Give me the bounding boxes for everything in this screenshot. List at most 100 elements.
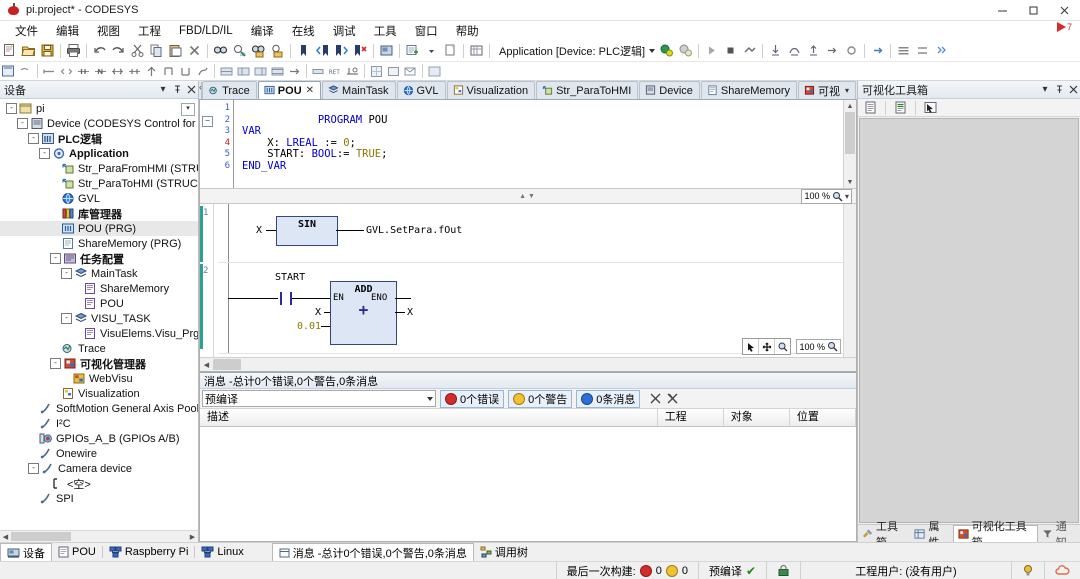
login-icon[interactable]	[657, 41, 676, 60]
bottom-tab-devices[interactable]: 设备	[0, 543, 52, 561]
clear-bookmark-icon[interactable]	[351, 41, 370, 60]
lock-status[interactable]	[766, 562, 800, 579]
menu-window[interactable]: 窗口	[406, 21, 447, 41]
column-header-project[interactable]: 工程	[658, 409, 724, 426]
insert-ret-icon[interactable]: RET	[327, 63, 344, 79]
insert-coil-icon[interactable]	[109, 63, 126, 79]
next-bookmark-icon[interactable]	[332, 41, 351, 60]
run-to-cursor-icon[interactable]	[823, 41, 842, 60]
menu-debug[interactable]: 调试	[324, 21, 365, 41]
copy-icon[interactable]	[147, 41, 166, 60]
tree-item-sharememory[interactable]: ShareMemory	[0, 281, 198, 296]
tree-item-sharememory-prg[interactable]: ShareMemory (PRG)	[0, 236, 198, 251]
menu-build[interactable]: 编译	[242, 21, 283, 41]
insert-branch-icon[interactable]	[143, 63, 160, 79]
tree-item-gvl[interactable]: GVL	[0, 191, 198, 206]
pointer-icon[interactable]	[743, 339, 760, 354]
close-icon[interactable]	[1066, 83, 1080, 97]
fbd-block-sin[interactable]: SIN	[276, 216, 338, 246]
device-tree-hscrollbar[interactable]: ◀ ▶	[0, 530, 198, 542]
insert-network-icon[interactable]	[0, 63, 17, 79]
tree-item-softmotion-general-axis-pool[interactable]: SoftMotion General Axis Pool	[0, 401, 198, 416]
application-selector[interactable]: Application [Device: PLC逻辑]	[497, 43, 657, 59]
list-icon[interactable]	[861, 98, 880, 117]
declaration-vscrollbar[interactable]: ▲ ▼	[843, 100, 856, 188]
editor-tab-sharememory[interactable]: ShareMemory	[700, 81, 797, 99]
tree-item-[interactable]: - 任务配置	[0, 251, 198, 266]
fold-toggle-icon[interactable]: −	[202, 116, 213, 127]
warning-count-chip[interactable]: 0个警告	[508, 389, 573, 408]
insert-contact-icon[interactable]	[75, 63, 92, 79]
menu-view[interactable]: 视图	[88, 21, 129, 41]
step-out-icon[interactable]	[804, 41, 823, 60]
tree-item-visualization[interactable]: Visualization	[0, 386, 198, 401]
tree-expander-icon[interactable]: -	[28, 133, 39, 144]
insert-coil-neg-icon[interactable]	[126, 63, 143, 79]
menu-help[interactable]: 帮助	[447, 21, 488, 41]
scroll-thumb[interactable]	[845, 112, 855, 154]
align-4-icon[interactable]	[269, 63, 286, 79]
declaration-zoom-control[interactable]: 100 % ▾	[801, 188, 852, 204]
fbd-output-label[interactable]: GVL.SetPara.fOut	[366, 225, 462, 236]
redo-icon[interactable]	[109, 41, 128, 60]
negate-icon[interactable]	[344, 63, 361, 79]
tree-expander-icon[interactable]: -	[28, 463, 39, 474]
tab-notifications[interactable]: 通知	[1038, 521, 1080, 549]
tree-item-visu-task[interactable]: - VISU_TASK	[0, 311, 198, 326]
fbd-tool-group[interactable]	[742, 338, 792, 355]
tree-expander-icon[interactable]: -	[39, 148, 50, 159]
flow-icon[interactable]	[868, 41, 887, 60]
fbd-input-label[interactable]: X	[315, 307, 321, 318]
zoom-fit-icon[interactable]	[385, 63, 402, 79]
tree-item-device-codesys-control-for-raspberry-pi-sl[interactable]: - Device (CODESYS Control for Raspberry P…	[0, 116, 198, 131]
tools-extra-icon[interactable]	[426, 63, 443, 79]
editor-tab-maintask[interactable]: MainTask	[322, 81, 396, 99]
add-folder-icon[interactable]	[441, 41, 460, 60]
pointer-arrow-icon[interactable]	[921, 98, 940, 117]
tree-item-maintask[interactable]: - MainTask	[0, 266, 198, 281]
pin-icon[interactable]	[170, 83, 184, 97]
tree-item-onewire[interactable]: Onewire	[0, 446, 198, 461]
bottom-tab-pou[interactable]: POU	[52, 544, 102, 561]
column-header-object[interactable]: 对象	[724, 409, 790, 426]
tab-close-icon[interactable]: ✕	[306, 85, 314, 96]
fbd-zoom-control[interactable]: 100 %	[796, 339, 841, 354]
messages-filter-select[interactable]: 预编译	[202, 390, 436, 407]
editor-tab-[interactable]: 可视 ▾	[797, 81, 856, 99]
open-icon[interactable]	[19, 41, 38, 60]
column-header-description[interactable]: 描述	[200, 409, 658, 426]
find-icon[interactable]	[211, 41, 230, 60]
paste-icon[interactable]	[166, 41, 185, 60]
tree-item-str-paratohmi-struct[interactable]: Str_ParaToHMI (STRUCT)	[0, 176, 198, 191]
tree-item-i-c[interactable]: I²C	[0, 416, 198, 431]
properties-icon[interactable]	[467, 41, 486, 60]
save-icon[interactable]	[38, 41, 57, 60]
print-icon[interactable]	[64, 41, 83, 60]
tree-item-camera-device[interactable]: - Camera device	[0, 461, 198, 476]
insert-jump-icon[interactable]	[194, 63, 211, 79]
bookmark-icon[interactable]	[294, 41, 313, 60]
tree-item-pou-prg[interactable]: POU (PRG)	[0, 221, 198, 236]
maximize-button[interactable]	[1018, 0, 1049, 20]
tree-item-[interactable]: - 可视化管理器	[0, 356, 198, 371]
tree-expander-icon[interactable]: -	[61, 313, 72, 324]
tree-expander-icon[interactable]: -	[61, 268, 72, 279]
insert-plus-icon[interactable]	[286, 63, 303, 79]
contact-label[interactable]: START	[275, 272, 305, 283]
tab-dropdown-icon[interactable]: ▾	[845, 86, 849, 95]
tree-dropdown-icon[interactable]: ▾	[181, 103, 195, 116]
prev-bookmark-icon[interactable]	[313, 41, 332, 60]
magnifier-icon[interactable]	[775, 339, 790, 354]
scroll-track[interactable]	[11, 532, 187, 541]
bottom-tab-calltree[interactable]: 调用树	[474, 544, 534, 561]
editor-tab-gvl[interactable]: GVL	[396, 81, 446, 99]
menu-file[interactable]: 文件	[6, 21, 47, 41]
scroll-up-icon[interactable]: ▲	[844, 100, 856, 112]
replace-next-icon[interactable]	[268, 41, 287, 60]
clear-all-icon[interactable]	[664, 393, 682, 404]
single-cycle-icon[interactable]	[894, 41, 913, 60]
clear-icon[interactable]	[646, 393, 664, 404]
comment-icon[interactable]	[402, 63, 419, 79]
tab-properties[interactable]: 属性	[910, 521, 952, 549]
tree-item-[interactable]: <空>	[0, 476, 198, 491]
